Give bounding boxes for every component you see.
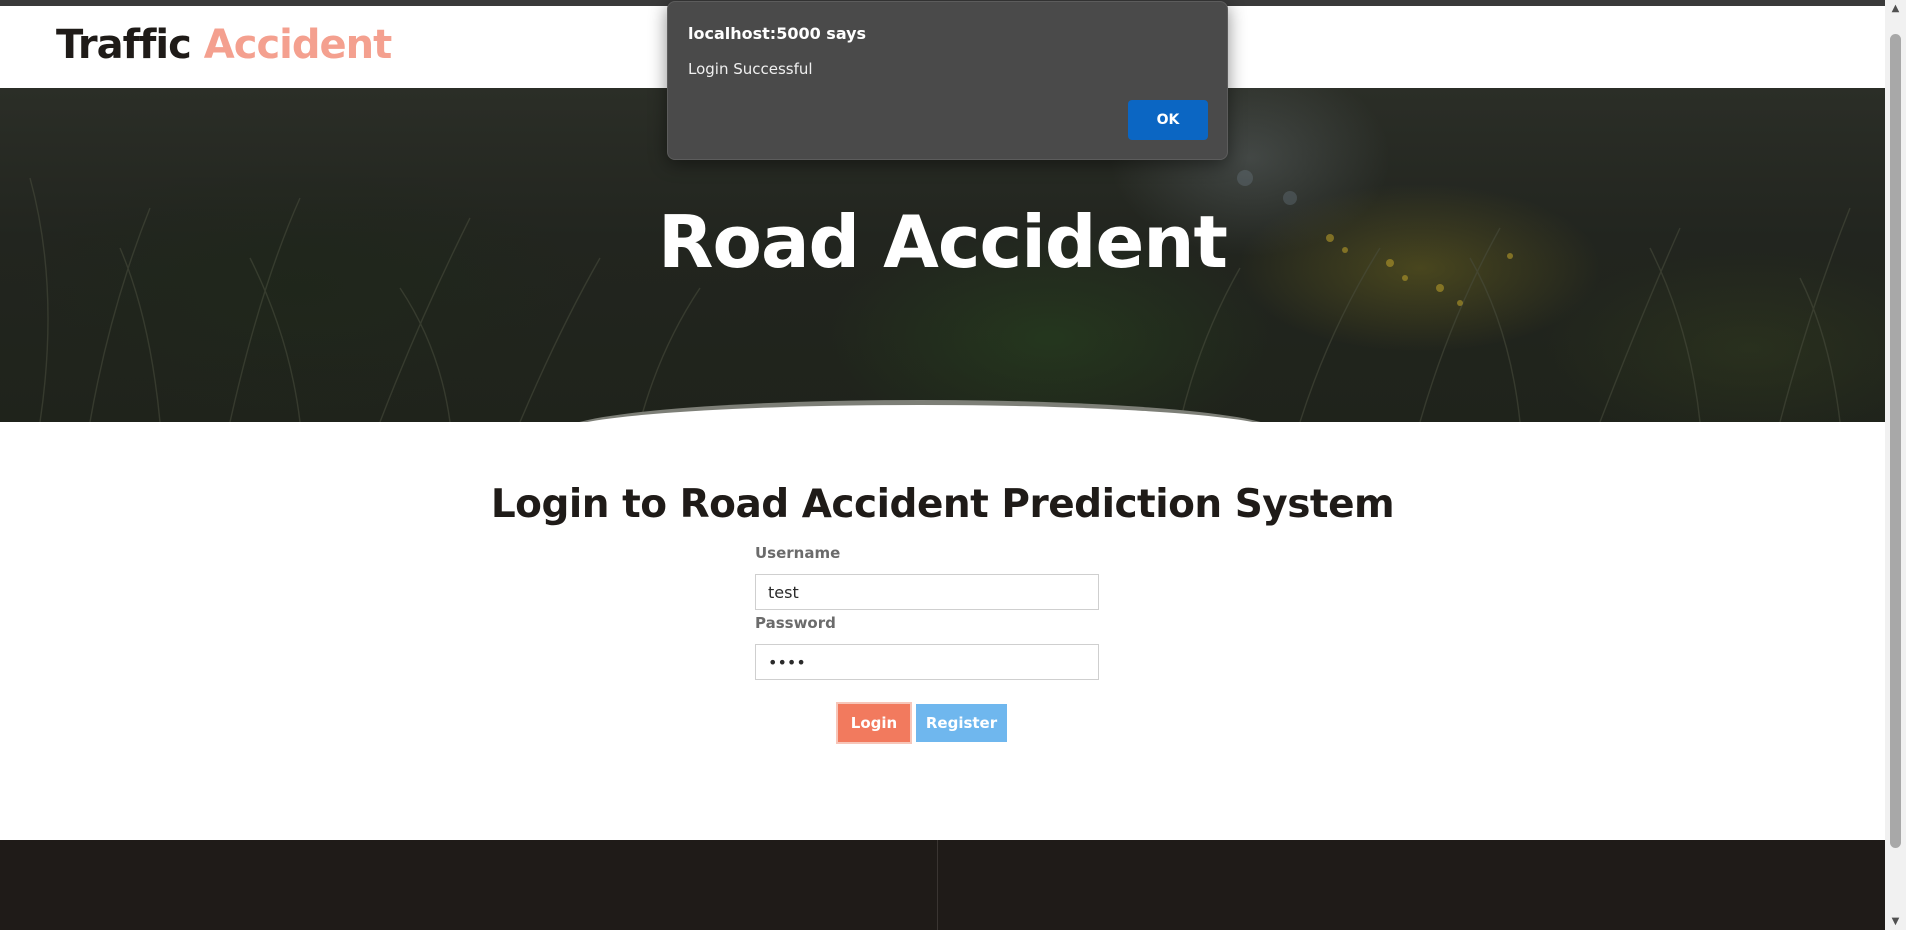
dialog-ok-button[interactable]: OK [1128,100,1208,140]
alert-dialog: localhost:5000 says Login Successful OK [667,1,1228,160]
register-button[interactable]: Register [916,704,1007,742]
login-heading: Login to Road Accident Prediction System [490,482,1395,527]
footer-divider [937,840,938,930]
browser-page: Traffic Accident Road Accident Login to … [0,0,1906,930]
scroll-down-arrow-icon[interactable]: ▼ [1885,913,1906,930]
site-footer [0,840,1885,930]
brand-text-traffic: Traffic [56,22,192,68]
password-input[interactable] [755,644,1099,680]
login-section: Login to Road Accident Prediction System… [0,422,1885,840]
scroll-up-arrow-icon[interactable]: ▲ [1885,0,1906,17]
password-label: Password [755,614,836,632]
page-scrollbar[interactable]: ▲ ▼ [1885,0,1906,930]
dialog-message: Login Successful [688,60,813,78]
hero-title: Road Accident [658,200,1228,284]
site-logo[interactable]: Traffic Accident [56,22,392,68]
username-label: Username [755,544,841,562]
username-input[interactable] [755,574,1099,610]
dialog-title: localhost:5000 says [688,24,867,43]
scrollbar-thumb[interactable] [1890,34,1901,848]
brand-text-accident: Accident [203,22,392,68]
login-button[interactable]: Login [838,704,910,742]
